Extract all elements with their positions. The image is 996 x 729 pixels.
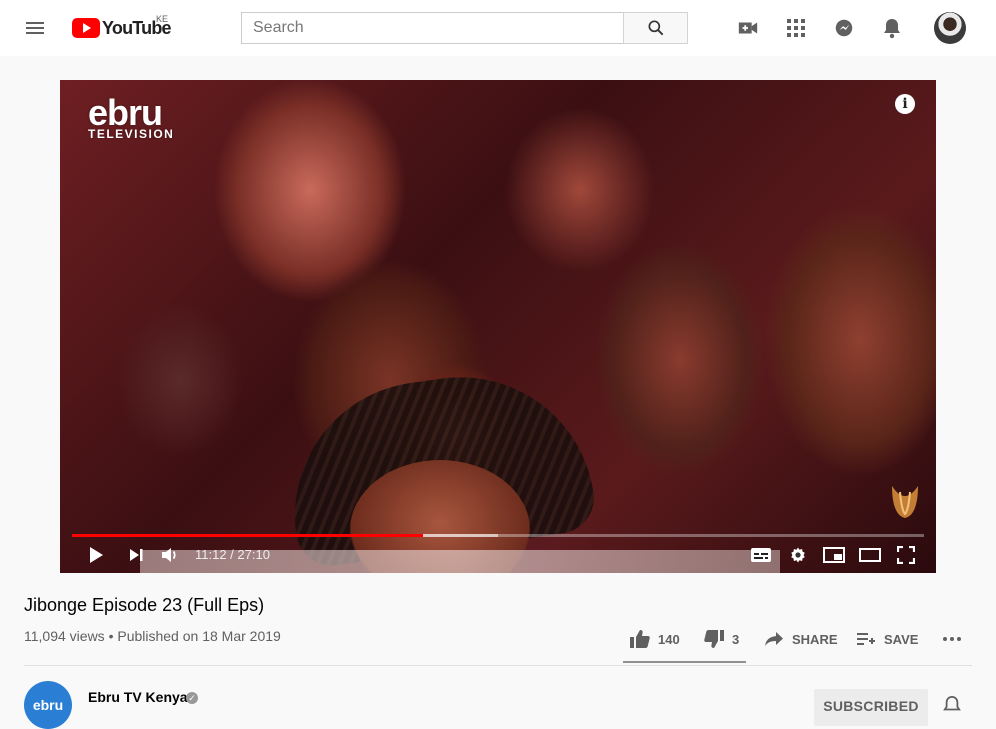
- sentiment-bar: [623, 661, 746, 663]
- add-to-playlist-icon: [857, 633, 875, 645]
- subtitles-button[interactable]: [749, 543, 773, 567]
- search-input[interactable]: [242, 13, 624, 43]
- branding-watermark-icon[interactable]: [888, 482, 922, 522]
- settings-icon: [791, 547, 805, 563]
- verified-check-icon: ✓: [186, 692, 198, 704]
- thumbs-up-icon: [630, 630, 650, 648]
- theater-icon: [859, 548, 881, 562]
- info-button[interactable]: i: [895, 94, 915, 114]
- share-label: SHARE: [792, 631, 838, 647]
- menu-icon[interactable]: [24, 18, 48, 38]
- subtitles-icon: [751, 548, 771, 562]
- play-icon: [90, 547, 103, 563]
- messages-icon[interactable]: [832, 16, 856, 40]
- save-label: SAVE: [884, 631, 919, 647]
- fullscreen-button[interactable]: [894, 543, 918, 567]
- channel-avatar[interactable]: ebru: [24, 681, 72, 729]
- country-code: KE: [156, 14, 169, 24]
- theater-mode-button[interactable]: [858, 543, 882, 567]
- settings-button[interactable]: [786, 543, 810, 567]
- apps-grid-icon[interactable]: [784, 16, 808, 40]
- video-meta: 11,094 views • Published on 18 Mar 2019: [24, 628, 281, 644]
- search-box: [241, 12, 624, 44]
- notifications-bell-icon[interactable]: [880, 16, 904, 40]
- miniplayer-button[interactable]: [822, 543, 846, 567]
- video-player[interactable]: ebru TELEVISION i 11:12 / 27:10: [60, 80, 936, 573]
- masthead: YouTube KE: [0, 0, 996, 56]
- subscribe-button[interactable]: SUBSCRIBED: [814, 689, 928, 726]
- more-actions-button[interactable]: [942, 628, 970, 650]
- search-icon: [648, 20, 663, 36]
- search-button[interactable]: [623, 12, 688, 44]
- share-button[interactable]: SHARE: [764, 628, 838, 650]
- video-title: Jibonge Episode 23 (Full Eps): [24, 595, 265, 615]
- share-icon: [765, 632, 783, 646]
- channel-watermark: ebru TELEVISION: [88, 92, 175, 141]
- create-video-icon[interactable]: [736, 16, 760, 40]
- account-avatar[interactable]: [934, 12, 966, 44]
- channel-notifications-button[interactable]: [943, 695, 961, 720]
- watermark-big-text: ebru: [88, 92, 163, 133]
- played-bar: [72, 534, 424, 537]
- play-button[interactable]: [84, 543, 108, 567]
- like-button[interactable]: 140: [630, 628, 680, 650]
- save-button[interactable]: SAVE: [856, 628, 918, 650]
- volume-icon: [162, 548, 176, 562]
- more-horizontal-icon: [943, 637, 961, 641]
- watermark-small-text: TELEVISION: [88, 127, 175, 141]
- volume-button[interactable]: [158, 543, 182, 567]
- fullscreen-icon: [897, 546, 915, 564]
- like-count: 140: [658, 631, 680, 647]
- youtube-play-icon: [72, 18, 100, 38]
- bell-outline-icon: [943, 695, 961, 711]
- youtube-logo[interactable]: YouTube KE: [72, 14, 172, 39]
- thumbs-down-icon: [704, 630, 724, 648]
- next-button[interactable]: [124, 543, 148, 567]
- dislike-count: 3: [732, 631, 740, 647]
- channel-name[interactable]: Ebru TV Kenya: [88, 689, 188, 705]
- time-display: 11:12 / 27:10: [195, 547, 270, 562]
- miniplayer-icon: [823, 547, 845, 563]
- progress-bar[interactable]: [72, 534, 924, 537]
- next-icon: [130, 549, 143, 561]
- divider: [24, 665, 972, 666]
- dislike-button[interactable]: 3: [704, 628, 739, 650]
